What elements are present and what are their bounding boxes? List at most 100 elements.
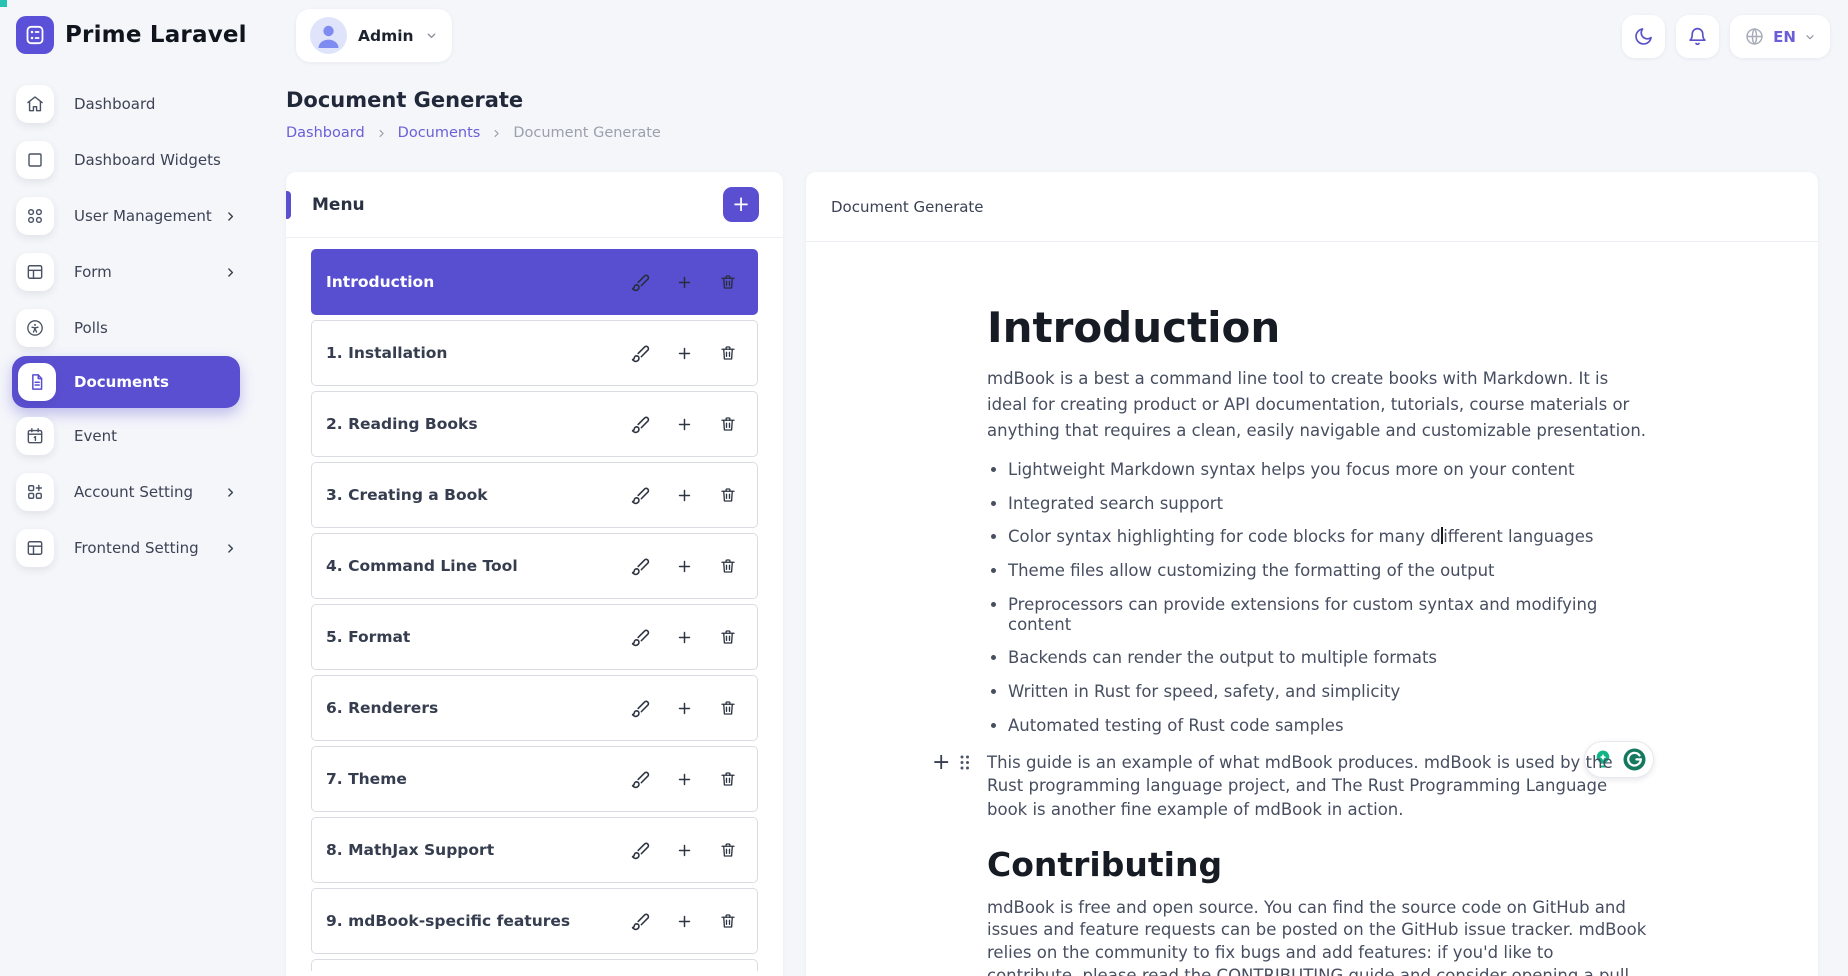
add-subitem-icon[interactable] — [676, 771, 693, 788]
sidebar-item-documents[interactable]: Documents — [12, 356, 240, 408]
feature-bullet[interactable]: Theme files allow customizing the format… — [1008, 561, 1647, 581]
brush-icon[interactable] — [631, 912, 650, 931]
sidebar-item-form[interactable]: Form — [0, 244, 265, 300]
brush-icon[interactable] — [631, 344, 650, 363]
polls-person-icon — [16, 309, 54, 347]
sidebar-item-dashboard[interactable]: Dashboard — [0, 76, 265, 132]
add-menu-button[interactable]: + — [723, 187, 759, 222]
document-panel: Document Generate Introduction mdBook is… — [806, 172, 1818, 976]
menu-item-installation[interactable]: 1. Installation — [311, 320, 758, 386]
menu-item-theme[interactable]: 7. Theme — [311, 746, 758, 812]
brush-icon[interactable] — [631, 486, 650, 505]
add-subitem-icon[interactable] — [676, 629, 693, 646]
add-subitem-icon[interactable] — [676, 700, 693, 717]
feature-bullet[interactable]: Integrated search support — [1008, 494, 1647, 514]
brush-icon[interactable] — [631, 557, 650, 576]
brush-icon[interactable] — [631, 415, 650, 434]
notifications-button[interactable] — [1676, 15, 1719, 58]
drag-handle-icon[interactable] — [959, 754, 970, 771]
add-subitem-icon[interactable] — [676, 558, 693, 575]
page-title: Document Generate — [286, 88, 523, 112]
menu-item-label: 2. Reading Books — [326, 415, 478, 433]
menu-item-creating-a-book[interactable]: 3. Creating a Book — [311, 462, 758, 528]
add-subitem-icon[interactable] — [676, 487, 693, 504]
add-subitem-icon[interactable] — [676, 274, 693, 291]
chevron-down-icon — [1804, 31, 1816, 43]
add-block-icon[interactable]: + — [932, 752, 950, 774]
document-editor[interactable]: Introduction mdBook is a best a command … — [987, 304, 1647, 976]
contributing-paragraph[interactable]: mdBook is free and open source. You can … — [987, 897, 1647, 976]
document-file-icon — [18, 363, 56, 401]
feature-bullet[interactable]: Automated testing of Rust code samples — [1008, 716, 1647, 736]
menu-item-label: 9. mdBook-specific features — [326, 912, 570, 930]
feature-bullet[interactable]: Backends can render the output to multip… — [1008, 648, 1647, 668]
trash-icon[interactable] — [719, 770, 737, 788]
brush-icon[interactable] — [631, 770, 650, 789]
menu-item-label: 5. Format — [326, 628, 410, 646]
menu-item-label: 1. Installation — [326, 344, 447, 362]
brush-icon[interactable] — [631, 699, 650, 718]
menu-item-partial[interactable] — [311, 959, 758, 971]
menu-panel-title: Menu — [312, 195, 365, 215]
sidebar-item-label: Account Setting — [74, 483, 193, 501]
trash-icon[interactable] — [719, 486, 737, 504]
feature-bullet[interactable]: Written in Rust for speed, safety, and s… — [1008, 682, 1647, 702]
chevron-right-icon — [224, 266, 237, 279]
sidebar-item-dashboard-widgets[interactable]: Dashboard Widgets — [0, 132, 265, 188]
sidebar-item-user-management[interactable]: User Management — [0, 188, 265, 244]
trash-icon[interactable] — [719, 415, 737, 433]
trash-icon[interactable] — [719, 557, 737, 575]
add-subitem-icon[interactable] — [676, 913, 693, 930]
sidebar-item-label: Dashboard — [74, 95, 155, 113]
sidebar-item-label: Polls — [74, 319, 108, 337]
menu-item-renderers[interactable]: 6. Renderers — [311, 675, 758, 741]
feature-bullet[interactable]: Preprocessors can provide extensions for… — [1008, 595, 1647, 635]
topbar: Prime Laravel Admin — [0, 0, 1848, 72]
sidebar-item-account-setting[interactable]: Account Setting — [0, 464, 265, 520]
guide-paragraph[interactable]: This guide is an example of what mdBook … — [987, 751, 1647, 822]
sidebar-item-polls[interactable]: Polls — [0, 300, 265, 356]
feature-bullet[interactable]: Lightweight Markdown syntax helps you fo… — [1008, 460, 1647, 480]
menu-item-command-line-tool[interactable]: 4. Command Line Tool — [311, 533, 758, 599]
breadcrumb-link-dashboard[interactable]: Dashboard — [286, 125, 365, 141]
layout-table-icon — [16, 529, 54, 567]
menu-item-mathjax-support[interactable]: 8. MathJax Support — [311, 817, 758, 883]
globe-icon — [1744, 26, 1765, 47]
add-subitem-icon[interactable] — [676, 842, 693, 859]
document-title[interactable]: Introduction — [987, 304, 1647, 351]
breadcrumb-link-documents[interactable]: Documents — [398, 125, 481, 141]
intro-paragraph[interactable]: mdBook is a best a command line tool to … — [987, 366, 1647, 443]
moon-icon — [1633, 26, 1654, 47]
calendar-icon — [16, 417, 54, 455]
trash-icon[interactable] — [719, 841, 737, 859]
sidebar-item-label: Event — [74, 427, 117, 445]
add-subitem-icon[interactable] — [676, 416, 693, 433]
breadcrumb-current: Document Generate — [513, 125, 660, 141]
menu-item-label: Introduction — [326, 273, 434, 291]
trash-icon[interactable] — [719, 344, 737, 362]
contributing-title[interactable]: Contributing — [987, 845, 1647, 884]
menu-item-introduction[interactable]: Introduction — [311, 249, 758, 315]
user-menu-button[interactable]: Admin — [296, 9, 452, 62]
sidebar-item-event[interactable]: Event — [0, 408, 265, 464]
form-table-icon — [16, 253, 54, 291]
brush-icon[interactable] — [631, 841, 650, 860]
user-name: Admin — [358, 27, 414, 45]
menu-item-label: 8. MathJax Support — [326, 841, 494, 859]
sidebar-item-frontend-setting[interactable]: Frontend Setting — [0, 520, 265, 576]
bell-icon — [1687, 26, 1708, 47]
trash-icon[interactable] — [719, 699, 737, 717]
menu-item-format[interactable]: 5. Format — [311, 604, 758, 670]
menu-item-reading-books[interactable]: 2. Reading Books — [311, 391, 758, 457]
add-subitem-icon[interactable] — [676, 345, 693, 362]
menu-item-mdbook-specific-features[interactable]: 9. mdBook-specific features — [311, 888, 758, 954]
chevron-right-icon — [224, 486, 237, 499]
language-selector[interactable]: EN — [1730, 15, 1830, 58]
trash-icon[interactable] — [719, 912, 737, 930]
dark-mode-button[interactable] — [1622, 15, 1665, 58]
feature-bullet[interactable]: Color syntax highlighting for code block… — [1008, 527, 1647, 547]
brush-icon[interactable] — [631, 628, 650, 647]
trash-icon[interactable] — [719, 628, 737, 646]
trash-icon[interactable] — [719, 273, 737, 291]
brush-icon[interactable] — [631, 273, 650, 292]
